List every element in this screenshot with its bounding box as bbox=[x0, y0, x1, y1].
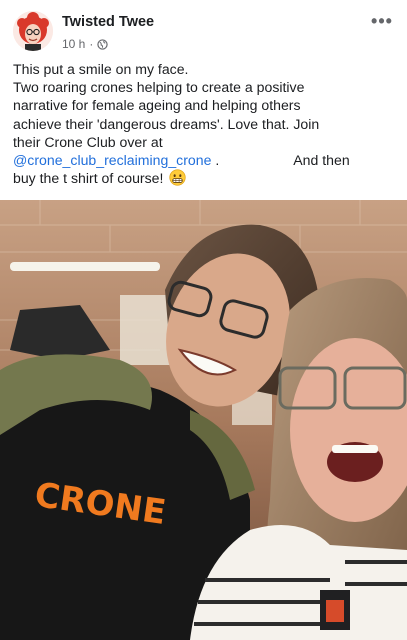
mention-suffix: . bbox=[211, 152, 220, 169]
grimacing-smile-emoji-icon bbox=[169, 169, 186, 186]
globe-icon[interactable] bbox=[97, 38, 109, 50]
post-header: Twisted Twee 10 h · ••• bbox=[0, 0, 407, 58]
post-text-line: Two roaring crones helping to create a p… bbox=[13, 79, 305, 96]
post-text: This put a smile on my face. Two roaring… bbox=[13, 60, 398, 187]
more-options-icon[interactable]: ••• bbox=[367, 10, 397, 32]
post-photo[interactable]: CRONE bbox=[0, 200, 407, 640]
post-meta: 10 h · bbox=[62, 37, 109, 51]
selfie-photo: CRONE bbox=[0, 200, 407, 640]
avatar-illustration bbox=[13, 11, 53, 51]
mention-link[interactable]: @crone_club_reclaiming_crone bbox=[13, 152, 211, 168]
author-name[interactable]: Twisted Twee bbox=[62, 14, 154, 30]
post-text-line: buy the t shirt of course! bbox=[13, 170, 164, 187]
post-text-last-line: buy the t shirt of course! bbox=[13, 169, 398, 187]
post-text-line: their Crone Club over at bbox=[13, 133, 163, 150]
mention-line: @crone_club_reclaiming_crone . And then bbox=[13, 151, 398, 169]
post-text-line: This put a smile on my face. bbox=[13, 61, 189, 77]
post-text-line: achieve their 'dangerous dreams'. Love t… bbox=[13, 115, 320, 132]
post-time[interactable]: 10 h bbox=[62, 37, 85, 51]
meta-separator: · bbox=[89, 37, 94, 51]
author-avatar[interactable] bbox=[13, 11, 53, 51]
post-text-line: narrative for female ageing and helping … bbox=[13, 97, 301, 114]
post-text-and-then: And then bbox=[293, 152, 350, 169]
